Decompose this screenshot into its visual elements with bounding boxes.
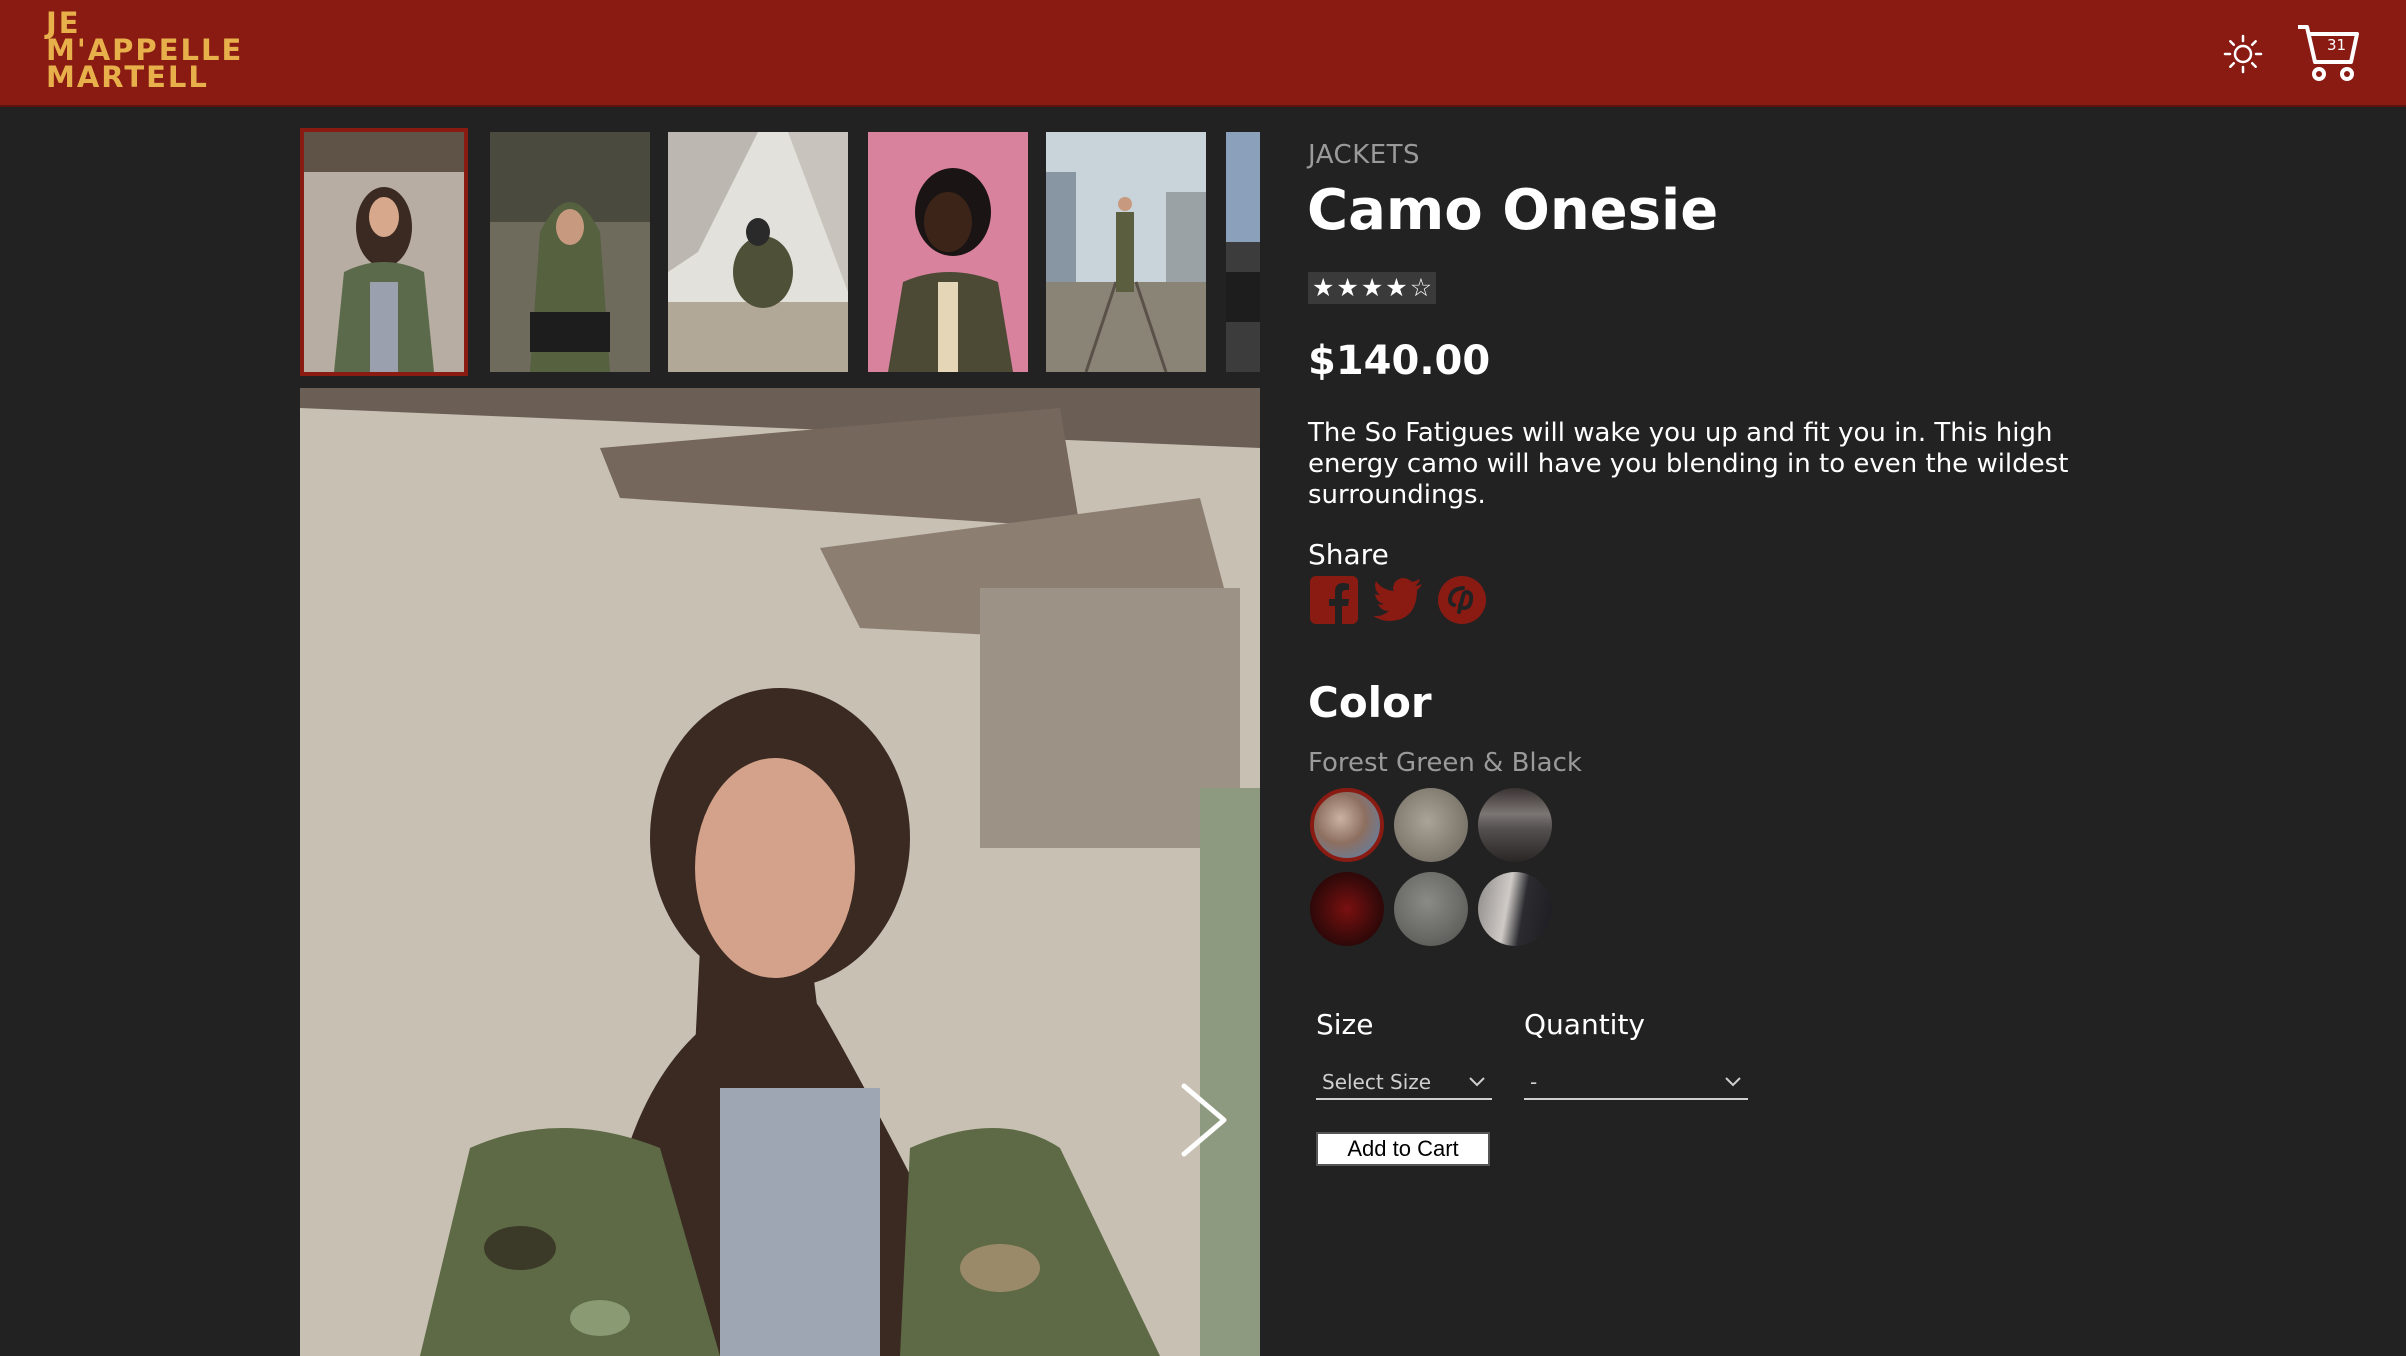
product-price: $140.00	[1308, 338, 1491, 384]
sun-icon	[2223, 34, 2263, 74]
product-title: Camo Onesie	[1307, 178, 1719, 243]
brand-logo[interactable]: JE M'APPELLE MARTELL	[46, 9, 243, 94]
star-filled-icon: ★	[1385, 273, 1408, 302]
thumbnail-3[interactable]	[668, 132, 848, 372]
thumbnail-6[interactable]	[1226, 132, 1260, 372]
chevron-down-icon	[1469, 1077, 1485, 1087]
main-product-image[interactable]	[300, 388, 1260, 1356]
facebook-icon[interactable]	[1308, 574, 1360, 626]
color-swatch-forest-green-black[interactable]	[1310, 788, 1384, 862]
color-swatch-2[interactable]	[1394, 788, 1468, 862]
theme-toggle-button[interactable]	[2221, 32, 2265, 76]
size-select[interactable]: Select Size	[1316, 1068, 1492, 1100]
next-image-button[interactable]	[1176, 1080, 1232, 1160]
rating-stars: ★ ★ ★ ★ ☆	[1308, 272, 1437, 304]
add-to-cart-button[interactable]: Add to Cart	[1316, 1132, 1490, 1166]
twitter-icon[interactable]	[1372, 574, 1424, 626]
thumbnail-5[interactable]	[1046, 132, 1206, 373]
thumbnail-5-image	[1046, 132, 1206, 373]
site-header: JE M'APPELLE MARTELL 31	[0, 0, 2406, 107]
pinterest-icon[interactable]	[1436, 574, 1488, 626]
star-empty-icon: ☆	[1409, 273, 1433, 302]
thumbnail-4[interactable]	[868, 132, 1028, 372]
product-description: The So Fatigues will wake you up and fit…	[1308, 418, 2069, 510]
chevron-down-icon	[1725, 1077, 1741, 1087]
thumbnail-1-image	[304, 132, 464, 372]
chevron-right-icon	[1181, 1083, 1227, 1157]
color-swatch-5[interactable]	[1394, 872, 1468, 946]
thumbnail-2-image	[490, 132, 650, 372]
star-filled-icon: ★	[1312, 273, 1335, 302]
thumbnail-4-image	[868, 132, 1028, 372]
color-swatch-4[interactable]	[1310, 872, 1384, 946]
logo-line-3: MARTELL	[46, 60, 209, 94]
color-heading: Color	[1308, 678, 1432, 727]
star-filled-icon: ★	[1360, 273, 1384, 302]
share-label: Share	[1308, 538, 1389, 571]
share-icons	[1308, 574, 1488, 626]
cart-count-badge: 31	[2327, 36, 2347, 54]
color-swatch-3[interactable]	[1478, 788, 1552, 862]
product-category[interactable]: JACKETS	[1308, 140, 1420, 170]
quantity-select[interactable]: -	[1524, 1068, 1748, 1100]
thumbnail-strip	[300, 128, 1260, 376]
thumbnail-6-image	[1226, 132, 1260, 372]
size-select-value: Select Size	[1322, 1070, 1432, 1094]
cart-button[interactable]: 31	[2295, 22, 2361, 82]
color-swatch-6[interactable]	[1478, 872, 1552, 946]
selected-color-name: Forest Green & Black	[1308, 748, 1582, 778]
main-product-photo	[300, 388, 1260, 1356]
quantity-label: Quantity	[1524, 1008, 1645, 1041]
thumbnail-1[interactable]	[300, 128, 468, 376]
size-label: Size	[1316, 1008, 1374, 1041]
color-swatches	[1310, 788, 1570, 946]
quantity-select-value: -	[1530, 1070, 1538, 1094]
thumbnail-3-image	[668, 132, 848, 372]
star-filled-icon: ★	[1336, 273, 1359, 302]
thumbnail-2[interactable]	[490, 132, 650, 372]
